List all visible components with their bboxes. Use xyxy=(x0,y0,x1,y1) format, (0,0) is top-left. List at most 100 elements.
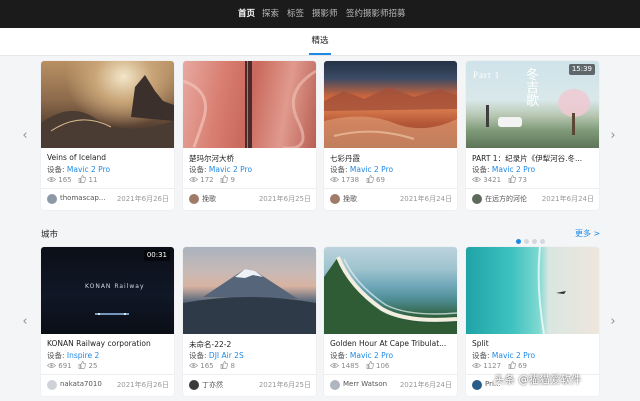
device-model: DJI Air 2S xyxy=(208,351,244,360)
avatar[interactable] xyxy=(47,380,57,390)
card-divider xyxy=(324,188,457,189)
avatar[interactable] xyxy=(472,194,482,204)
card-thumbnail: KONAN Railway 00:31 xyxy=(41,247,174,334)
city-card[interactable]: KONAN Railway 00:31 KONAN Railway corpor… xyxy=(41,247,174,396)
view-count: 691 xyxy=(58,362,72,370)
carousel-next-arrow-icon[interactable]: › xyxy=(606,127,620,145)
avatar[interactable] xyxy=(189,194,199,204)
card-title: Split xyxy=(472,339,489,348)
eye-icon xyxy=(46,363,57,368)
eye-icon xyxy=(471,363,482,368)
avatar[interactable] xyxy=(330,194,340,204)
carousel-next-arrow-icon[interactable]: › xyxy=(606,313,620,331)
like-count: 9 xyxy=(230,176,235,184)
device-prefix: 设备: xyxy=(47,351,67,360)
card-divider xyxy=(183,188,316,189)
avatar[interactable] xyxy=(189,380,199,390)
thumbs-up-icon xyxy=(78,361,87,369)
device-prefix: 设备: xyxy=(189,165,209,174)
eye-icon xyxy=(329,363,340,368)
card-divider xyxy=(183,374,316,375)
card-author[interactable]: Merr Watson xyxy=(343,380,395,388)
device-prefix: 设备: xyxy=(472,351,492,360)
card-date: 2021年6月24日 xyxy=(399,381,452,389)
card-stats: 691 25 xyxy=(46,361,98,370)
eye-icon xyxy=(188,363,199,368)
featured-card[interactable]: Veins of Iceland 设备: Mavic 2 Pro 165 11 … xyxy=(41,61,174,210)
video-duration-badge: 00:31 xyxy=(143,250,170,261)
card-author[interactable]: nakata7010 xyxy=(60,380,112,388)
card-title: Golden Hour At Cape Tribulat... xyxy=(330,339,447,348)
card-title: KONAN Railway corporation xyxy=(47,339,151,348)
card-title: PART 1：纪录片《伊犁河谷.冬... xyxy=(472,154,583,163)
pagination-dot[interactable] xyxy=(524,239,529,244)
card-thumbnail xyxy=(183,61,316,148)
nav-explore[interactable]: 探索 xyxy=(262,0,279,28)
device-prefix: 设备: xyxy=(330,351,350,360)
card-thumbnail: Part 1 冬 吉 歌 15:39 xyxy=(466,61,599,148)
pagination-dot[interactable] xyxy=(532,239,537,244)
avatar[interactable] xyxy=(47,194,57,204)
view-count: 165 xyxy=(58,176,72,184)
device-model: Mavic 2 Pro xyxy=(491,351,536,360)
like-count: 8 xyxy=(230,362,235,370)
device-prefix: 设备: xyxy=(189,351,209,360)
eye-icon xyxy=(329,177,340,182)
featured-card[interactable]: Part 1 冬 吉 歌 15:39 PART 1：纪录片《伊犁河谷.冬... … xyxy=(466,61,599,210)
like-count: 69 xyxy=(375,176,385,184)
card-date: 2021年6月25日 xyxy=(258,381,311,389)
nav-photographers[interactable]: 摄影师 xyxy=(312,0,338,28)
device-model: Mavic 2 Pro xyxy=(349,351,394,360)
tab-active-underline xyxy=(309,53,331,55)
view-count: 172 xyxy=(200,176,214,184)
featured-card[interactable]: 七彩丹霞 设备: Mavic 2 Pro 1738 69 挽歌 2021年6月2… xyxy=(324,61,457,210)
pagination-dot[interactable] xyxy=(540,239,545,244)
card-author[interactable]: 挽歌 xyxy=(343,194,395,204)
nav-home[interactable]: 首页 xyxy=(238,0,255,28)
card-stats: 165 8 xyxy=(188,361,235,370)
video-overlay-calligraphy: 冬 吉 歌 xyxy=(526,68,540,109)
card-stats: 172 9 xyxy=(188,175,235,184)
pagination-dot-active[interactable] xyxy=(516,239,521,244)
tab-featured[interactable]: 精选 xyxy=(306,28,334,56)
card-divider xyxy=(41,188,174,189)
card-date: 2021年6月25日 xyxy=(258,195,311,203)
card-author[interactable]: 挽歌 xyxy=(202,194,254,204)
city-card[interactable]: Golden Hour At Cape Tribulat... 设备: Mavi… xyxy=(324,247,457,396)
nav-signed-photographer-recruit[interactable]: 签约摄影师招募 xyxy=(346,0,406,28)
card-author[interactable]: 在远方的河伦 xyxy=(485,194,537,204)
card-stats: 1485 106 xyxy=(329,361,389,370)
thumbs-up-icon xyxy=(78,175,87,183)
video-duration-badge: 15:39 xyxy=(568,64,595,75)
device-prefix: 设备: xyxy=(472,165,492,174)
view-count: 165 xyxy=(200,362,214,370)
card-author[interactable]: thomascap... xyxy=(60,194,112,202)
card-thumbnail xyxy=(324,61,457,148)
avatar[interactable] xyxy=(472,380,482,390)
avatar[interactable] xyxy=(330,380,340,390)
carousel-prev-arrow-icon[interactable]: ‹ xyxy=(18,313,32,331)
card-author[interactable]: 丁亦然 xyxy=(202,380,254,390)
view-count: 3421 xyxy=(483,176,502,184)
like-count: 11 xyxy=(88,176,98,184)
video-overlay-title: Part 1 xyxy=(473,70,501,80)
featured-card[interactable]: 楚玛尔河大桥 设备: Mavic 2 Pro 172 9 挽歌 2021年6月2… xyxy=(183,61,316,210)
card-device: 设备: Mavic 2 Pro xyxy=(189,164,252,175)
card-stats: 1127 69 xyxy=(471,361,527,370)
city-card[interactable]: 未命名-22-2 设备: DJI Air 2S 165 8 丁亦然 2021年6… xyxy=(183,247,316,396)
card-thumbnail xyxy=(324,247,457,334)
nav-tags[interactable]: 标签 xyxy=(287,0,304,28)
card-thumbnail xyxy=(41,61,174,148)
thumbs-up-icon xyxy=(508,361,516,369)
card-date: 2021年6月26日 xyxy=(116,381,169,389)
like-count: 25 xyxy=(88,362,98,370)
device-model: Inspire 2 xyxy=(66,351,100,360)
card-device: 设备: Mavic 2 Pro xyxy=(472,350,535,361)
card-device: 设备: Mavic 2 Pro xyxy=(330,350,393,361)
card-divider xyxy=(324,374,457,375)
carousel-prev-arrow-icon[interactable]: ‹ xyxy=(18,127,32,145)
card-thumbnail xyxy=(466,247,599,334)
more-link[interactable]: 更多 > xyxy=(575,228,600,239)
view-count: 1738 xyxy=(341,176,360,184)
sub-nav: 精选 xyxy=(0,28,640,56)
